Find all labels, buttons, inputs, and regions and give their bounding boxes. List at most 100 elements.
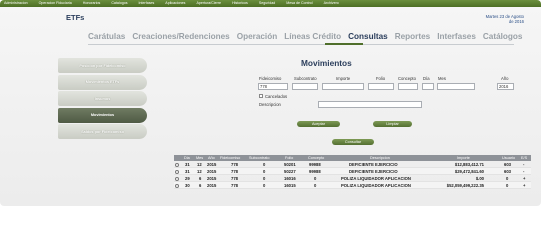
cell-importe: $.00: [475, 176, 484, 181]
cell-descripcion: POLIZA LIQUIDADOR APLICACION: [341, 176, 411, 181]
cell-descripcion: DEFICIENTE EJERCICIO: [349, 169, 398, 174]
dia-field[interactable]: [422, 83, 434, 90]
tab-catalogos[interactable]: Catálogos: [483, 32, 523, 41]
cell-dia: 29: [185, 176, 190, 181]
cell-es: -: [523, 169, 525, 174]
cell-concepto: 99988: [309, 162, 321, 167]
cancelados-checkbox[interactable]: [259, 94, 263, 98]
menu-item-mesa-de-control[interactable]: Mesa de Control: [286, 0, 312, 7]
subcontrato-field[interactable]: [292, 83, 318, 90]
current-date: Martes 23 de Agosto de 2016: [464, 14, 524, 24]
cell-es: +: [523, 183, 526, 188]
dia-label: Día: [423, 76, 430, 81]
menu-item-apertura-cierre[interactable]: Apertura/Cierre: [196, 0, 221, 7]
sidebar-item-insumos[interactable]: Insumos: [58, 91, 147, 106]
cell-mes: 12: [197, 162, 202, 167]
table-row[interactable]: 31 12 2015 778 0 50227 99988 DEFICIENTE …: [174, 168, 531, 175]
anio-label: Año: [501, 76, 509, 81]
table-row[interactable]: 29 6 2015 778 0 16016 0 POLIZA LIQUIDADO…: [174, 175, 531, 182]
cell-usuario: 603: [504, 162, 511, 167]
cell-mes: 6: [199, 183, 202, 188]
subcontrato-label: Subcontrato: [294, 76, 317, 81]
cell-subcontrato: 0: [263, 176, 266, 181]
cell-subcontrato: 0: [263, 169, 266, 174]
cell-anio: 2015: [207, 183, 217, 188]
sidebar-item-movimientos[interactable]: Movimientos: [58, 107, 147, 123]
cell-importe: $12,883,412.71: [454, 162, 484, 167]
cell-folio: 50201: [284, 162, 296, 167]
tab-operacion[interactable]: Operación: [237, 32, 278, 41]
tab-caratulas[interactable]: Carátulas: [88, 32, 125, 41]
menu-item-operacion-fiduciaria[interactable]: Operacion Fiduciaria: [39, 0, 72, 7]
bottom-shadow: [0, 206, 541, 211]
tab-creaciones-redenciones[interactable]: Creaciones/Redenciones: [132, 32, 229, 41]
cell-usuario: 603: [504, 169, 511, 174]
menu-item-seguridad[interactable]: Seguridad: [259, 0, 275, 7]
tab-lineas-credito[interactable]: Líneas Crédito: [284, 32, 341, 41]
app-window: Administracion Operacion Fiduciaria Hono…: [0, 0, 541, 206]
table-row[interactable]: 31 12 2015 778 0 50201 99988 DEFICIENTE …: [174, 161, 531, 168]
descripcion-field[interactable]: [318, 101, 422, 108]
cell-fideicomiso: 778: [231, 183, 238, 188]
concepto-field[interactable]: [398, 83, 418, 90]
sidebar: Posición por Fideicomiso Movimientos ETF…: [58, 58, 147, 141]
menu-item-aplicaciones[interactable]: Aplicaciones: [165, 0, 185, 7]
menu-item-honorarios[interactable]: Honorarios: [83, 0, 101, 7]
tab-interfases[interactable]: Interfases: [437, 32, 476, 41]
menu-item-historicos[interactable]: Historicos: [232, 0, 248, 7]
cell-usuario: 0: [506, 176, 509, 181]
menu-item-catalogos[interactable]: Catalogos: [111, 0, 127, 7]
folio-field[interactable]: [368, 83, 394, 90]
tab-consultas[interactable]: Consultas: [348, 32, 388, 41]
cell-fideicomiso: 778: [231, 162, 238, 167]
cancelados-label: Cancelados: [265, 94, 288, 99]
table-row[interactable]: 30 6 2015 778 0 16015 0 POLIZA LIQUIDADO…: [174, 182, 531, 189]
row-select-radio[interactable]: [175, 176, 179, 181]
tab-divider: [88, 44, 514, 45]
cell-anio: 2015: [207, 176, 217, 181]
row-select-radio[interactable]: [175, 183, 179, 188]
cell-importe: $52,059,499,222.35: [446, 183, 484, 188]
sidebar-item-posicion-por-fideicomiso[interactable]: Posición por Fideicomiso: [58, 58, 147, 73]
cell-usuario: 0: [506, 183, 509, 188]
page-title: Movimientos: [301, 58, 352, 68]
top-menu-bar: Administracion Operacion Fiduciaria Hono…: [0, 0, 541, 7]
row-select-radio[interactable]: [175, 169, 179, 174]
cell-importe: $29,472,841.60: [454, 169, 484, 174]
cell-dia: 31: [185, 162, 190, 167]
aceptar-button[interactable]: Aceptar: [297, 121, 340, 127]
active-tab-indicator: [325, 43, 363, 45]
row-select-radio[interactable]: [175, 162, 179, 167]
sidebar-item-movimientos-etfs[interactable]: Movimientos ETFs: [58, 74, 147, 90]
folio-label: Folio: [376, 76, 386, 81]
fideicomiso-label: Fideicomiso: [259, 76, 282, 81]
mes-field[interactable]: [437, 83, 475, 90]
cell-dia: 30: [185, 183, 190, 188]
importe-field[interactable]: [322, 83, 364, 90]
fideicomiso-field[interactable]: 778: [258, 83, 288, 90]
app-title: ETFs: [66, 13, 85, 22]
cell-anio: 2015: [207, 169, 217, 174]
importe-label: Importe: [336, 76, 351, 81]
menu-item-administracion[interactable]: Administracion: [4, 0, 28, 7]
cell-concepto: 99988: [309, 169, 321, 174]
cell-concepto: 0: [314, 176, 317, 181]
limpiar-button[interactable]: Limpiar: [373, 121, 412, 127]
cell-es: +: [523, 176, 526, 181]
consultar-button[interactable]: Consultar: [332, 139, 374, 145]
module-tabs: Carátulas Creaciones/Redenciones Operaci…: [88, 32, 529, 42]
cell-fideicomiso: 778: [231, 169, 238, 174]
menu-item-interfases[interactable]: Interfases: [139, 0, 155, 7]
mes-label: Mes: [438, 76, 446, 81]
cell-descripcion: DEFICIENTE EJERCICIO: [349, 162, 398, 167]
results-table: Dia Mes Año Fideicomiso Subcontrato Foli…: [174, 155, 531, 189]
tab-reportes[interactable]: Reportes: [395, 32, 431, 41]
cell-mes: 6: [199, 176, 202, 181]
sidebar-item-saldos-por-fideicomiso[interactable]: Saldos por Fideicomiso: [58, 124, 147, 139]
menu-item-archivero[interactable]: Archivero: [324, 0, 339, 7]
anio-field[interactable]: 2016: [497, 83, 514, 90]
cell-es: -: [523, 162, 525, 167]
concepto-label: Concepto: [398, 76, 416, 81]
cell-subcontrato: 0: [263, 183, 266, 188]
descripcion-label: Descripcion: [259, 102, 281, 107]
